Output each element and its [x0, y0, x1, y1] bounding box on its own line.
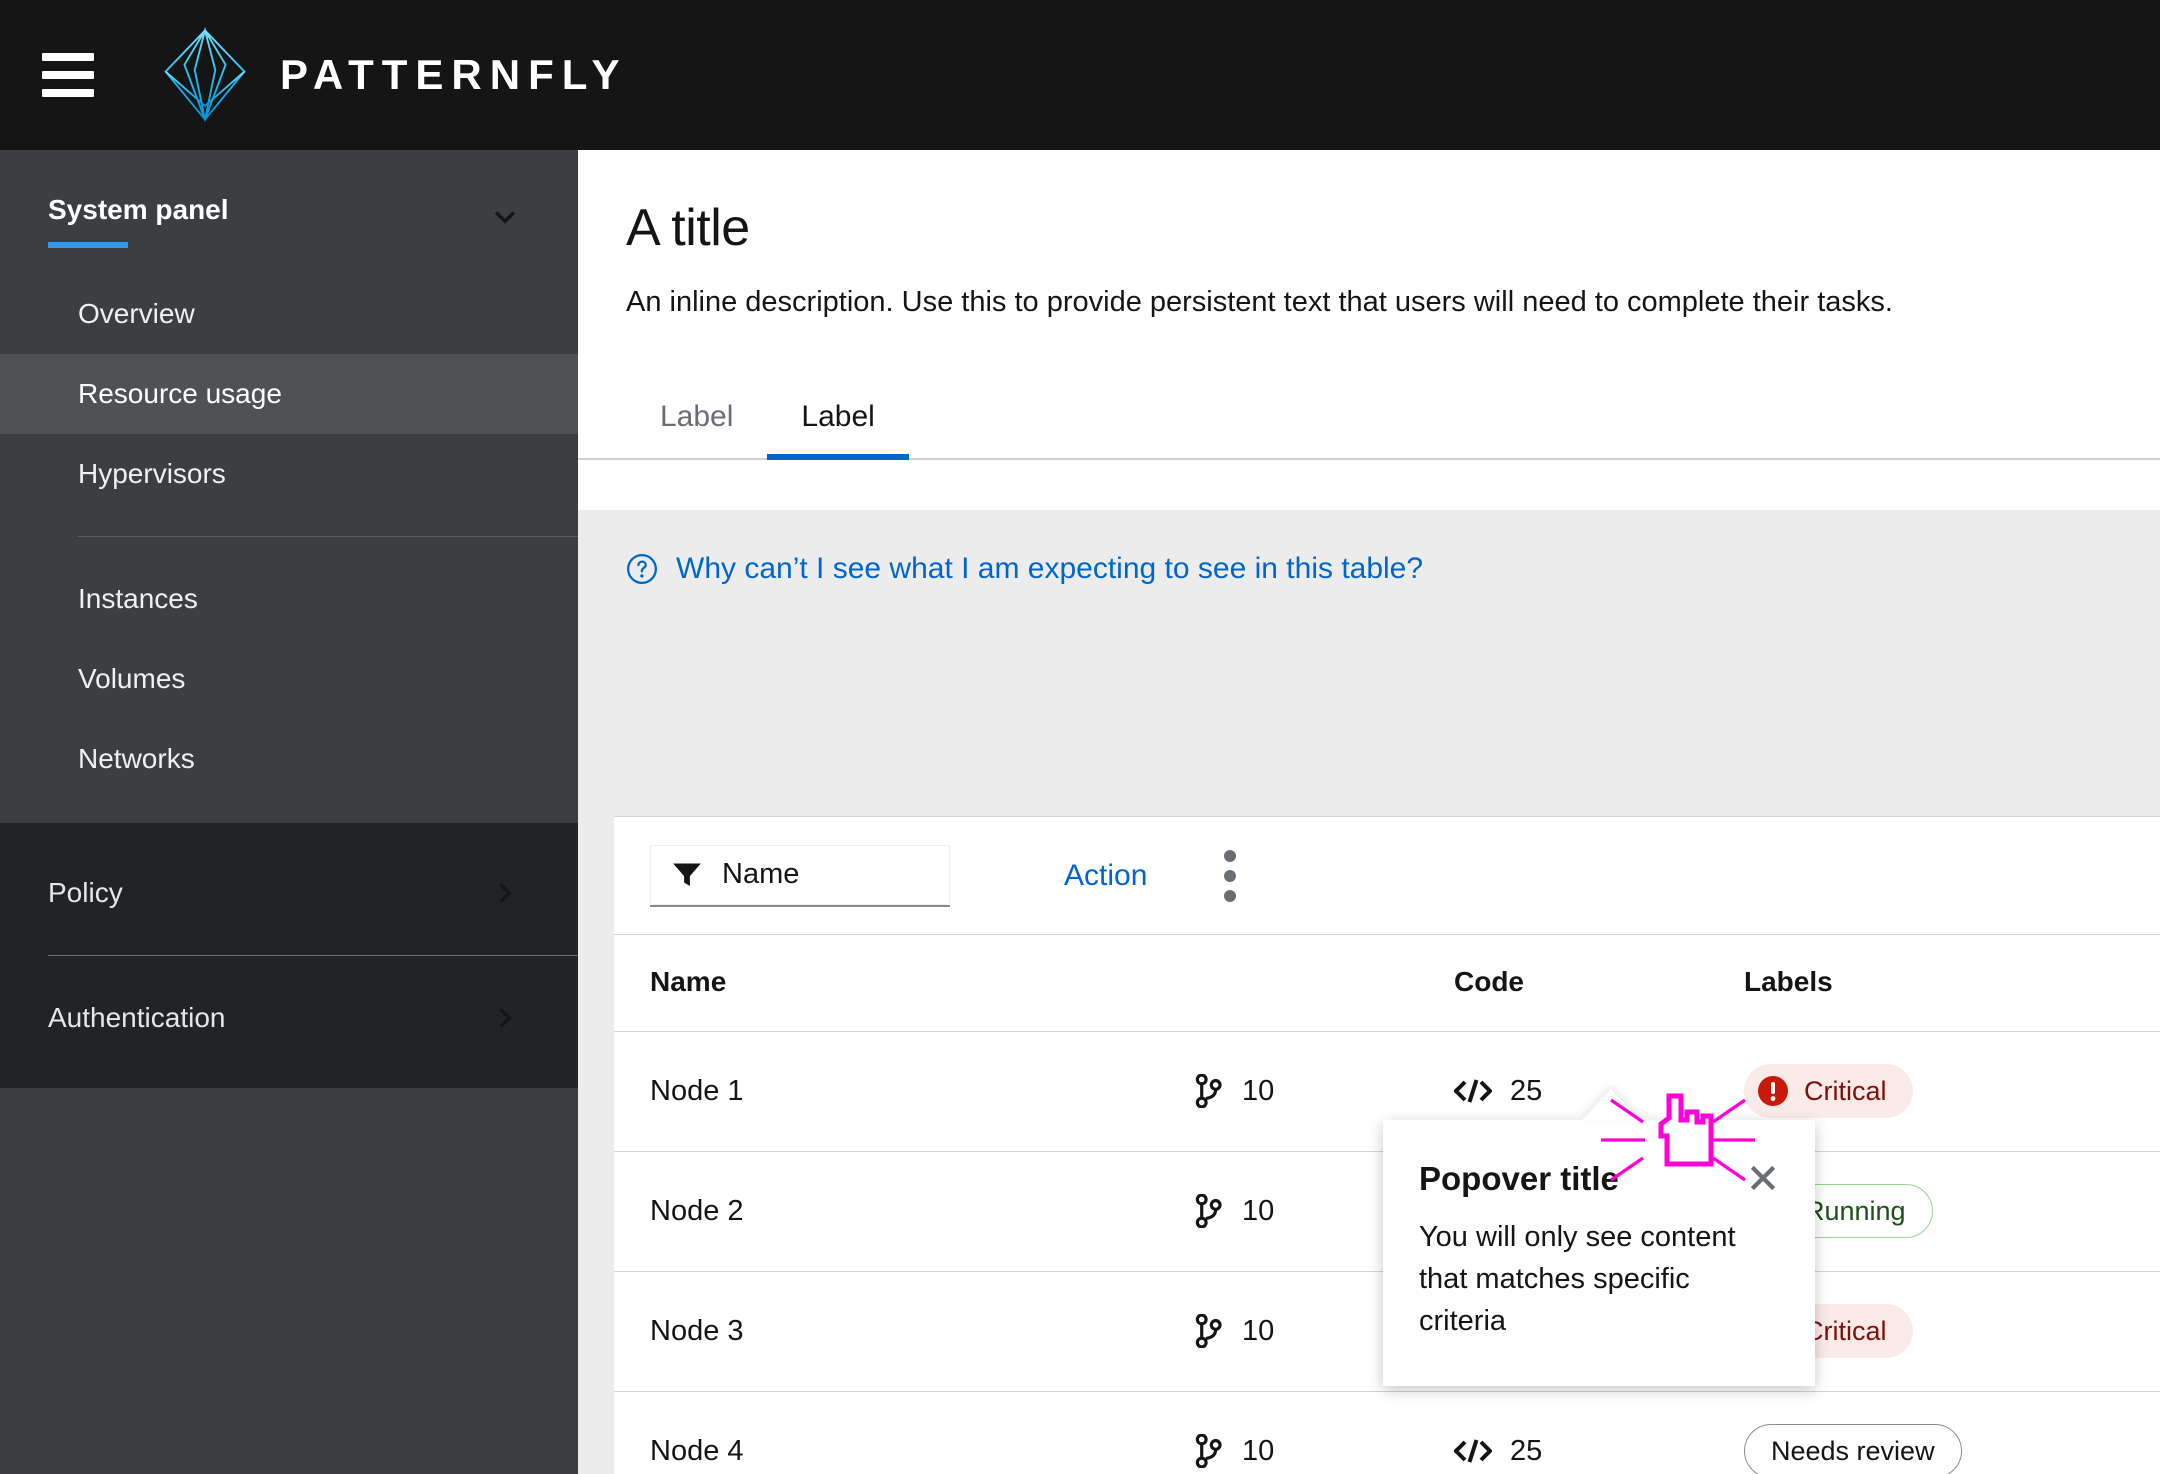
tab-label-2[interactable]: Label: [767, 378, 910, 460]
cell-name: Node 1: [614, 1030, 1194, 1151]
cell-name: Node 3: [614, 1270, 1194, 1391]
column-header-labels[interactable]: Labels: [1744, 935, 2160, 1031]
tab-bar: Label Label: [578, 377, 2160, 460]
help-popover-trigger-link[interactable]: Why can’t I see what I am expecting to s…: [626, 552, 1423, 586]
filter-icon: [673, 862, 701, 886]
status-badge-text: Needs review: [1771, 1435, 1935, 1466]
sidebar-item-label: Networks: [78, 743, 195, 774]
sidebar-item-label: Policy: [48, 877, 123, 908]
cell-branches: 10: [1194, 1390, 1454, 1474]
cell-name: Node 2: [614, 1150, 1194, 1271]
page-header: A title An inline description. Use this …: [578, 150, 2160, 322]
code-branch-icon: [1195, 1194, 1222, 1228]
name-filter-input[interactable]: Name: [650, 844, 950, 907]
sidebar-item-authentication[interactable]: Authentication: [0, 978, 578, 1058]
sidebar-item-label: Authentication: [48, 1002, 226, 1033]
popover-title: Popover title: [1419, 1160, 1619, 1197]
sidebar-item-label: Instances: [78, 583, 198, 614]
cell-label: Needs review: [1744, 1390, 2160, 1474]
sidebar-item-resource-usage[interactable]: Resource usage: [0, 354, 578, 434]
action-button[interactable]: Action: [1064, 859, 1147, 893]
status-badge-critical[interactable]: Critical: [1744, 1064, 1913, 1118]
help-link-row: Why can’t I see what I am expecting to s…: [578, 510, 2160, 590]
cell-branches-value: 10: [1242, 1074, 1275, 1107]
close-icon[interactable]: [1747, 1162, 1779, 1194]
hamburger-bar: [42, 71, 94, 79]
sidebar-group-label: System panel: [48, 194, 229, 225]
column-header-branches[interactable]: [1194, 935, 1454, 1031]
kebab-dot: [1224, 889, 1237, 902]
sidebar-item-label: Resource usage: [78, 378, 282, 409]
sidebar-item-overview[interactable]: Overview: [0, 274, 578, 354]
help-link-text: Why can’t I see what I am expecting to s…: [676, 552, 1424, 585]
cell-branches-value: 10: [1242, 1194, 1275, 1227]
kebab-dot: [1224, 869, 1237, 882]
name-filter-value: Name: [722, 858, 800, 890]
sidebar-item-volumes[interactable]: Volumes: [0, 639, 578, 719]
code-branch-icon: [1195, 1074, 1222, 1108]
popover-arrow: [1581, 1089, 1641, 1121]
code-icon: [1454, 1079, 1492, 1103]
cell-branches-value: 10: [1242, 1434, 1275, 1467]
chevron-down-icon[interactable]: [492, 204, 518, 230]
main-content: A title An inline description. Use this …: [578, 150, 2160, 1474]
status-badge-text: Critical: [1804, 1315, 1887, 1346]
kebab-menu-icon[interactable]: [1223, 849, 1237, 902]
masthead: PATTERNFLY: [0, 0, 2160, 150]
page-description: An inline description. Use this to provi…: [626, 286, 1893, 318]
sidebar-item-policy[interactable]: Policy: [0, 853, 578, 933]
cell-code: 25: [1454, 1390, 1744, 1474]
tab-content-area: Why can’t I see what I am expecting to s…: [578, 510, 2160, 1474]
cell-code-value: 25: [1510, 1074, 1543, 1107]
code-branch-icon: [1195, 1434, 1222, 1468]
cell-name: Node 4: [614, 1390, 1194, 1474]
exclamation-circle-icon: [1758, 1076, 1788, 1106]
table-row[interactable]: Node 4 10 25 Needs review: [614, 1390, 2160, 1474]
sidebar-divider: [78, 536, 578, 537]
hamburger-menu-icon[interactable]: [42, 53, 94, 97]
sidebar-navigation: System panel Overview Resource usage Hyp…: [0, 150, 578, 1474]
sidebar-item-label: Volumes: [78, 663, 186, 694]
hamburger-bar: [42, 53, 94, 61]
sidebar-group-system-panel[interactable]: System panel: [0, 150, 578, 248]
cell-code-value: 25: [1510, 1434, 1543, 1467]
code-icon: [1454, 1439, 1492, 1463]
column-header-code[interactable]: Code: [1454, 935, 1744, 1031]
help-popover: Popover title You will only see content …: [1383, 1120, 1815, 1387]
chevron-right-icon[interactable]: [492, 880, 518, 906]
table-toolbar: Name Action: [614, 817, 2160, 935]
chevron-right-icon[interactable]: [492, 1005, 518, 1031]
sidebar-item-instances[interactable]: Instances: [0, 559, 578, 639]
cell-branches-value: 10: [1242, 1314, 1275, 1347]
sidebar-item-hypervisors[interactable]: Hypervisors: [0, 434, 578, 514]
table-head: Name Code Labels: [614, 935, 2160, 1031]
popover-body: You will only see content that matches s…: [1419, 1221, 1736, 1338]
sidebar-item-label: Hypervisors: [78, 458, 226, 489]
sidebar-divider: [48, 955, 578, 956]
column-header-name[interactable]: Name: [614, 935, 1194, 1031]
hamburger-bar: [42, 89, 94, 97]
sidebar-item-networks[interactable]: Networks: [0, 719, 578, 799]
sidebar-item-label: Overview: [78, 298, 195, 329]
status-badge-needs-review[interactable]: Needs review: [1744, 1424, 1962, 1474]
status-badge-text: Critical: [1804, 1075, 1887, 1106]
sidebar-secondary-sections: Policy Authentication: [0, 823, 578, 1088]
table-header-row: Name Code Labels: [614, 935, 2160, 1031]
patternfly-diamond-logo-icon: [164, 27, 246, 123]
brand-wordmark: PATTERNFLY: [280, 51, 628, 98]
status-badge-text: Running: [1805, 1195, 1906, 1226]
sidebar-group-active-underline: [48, 242, 128, 248]
question-circle-icon: [627, 554, 657, 584]
tab-label-1[interactable]: Label: [626, 378, 767, 458]
page-title: A title: [626, 199, 750, 257]
code-branch-icon: [1195, 1314, 1222, 1348]
brand[interactable]: PATTERNFLY: [162, 27, 628, 123]
kebab-dot: [1224, 849, 1237, 862]
